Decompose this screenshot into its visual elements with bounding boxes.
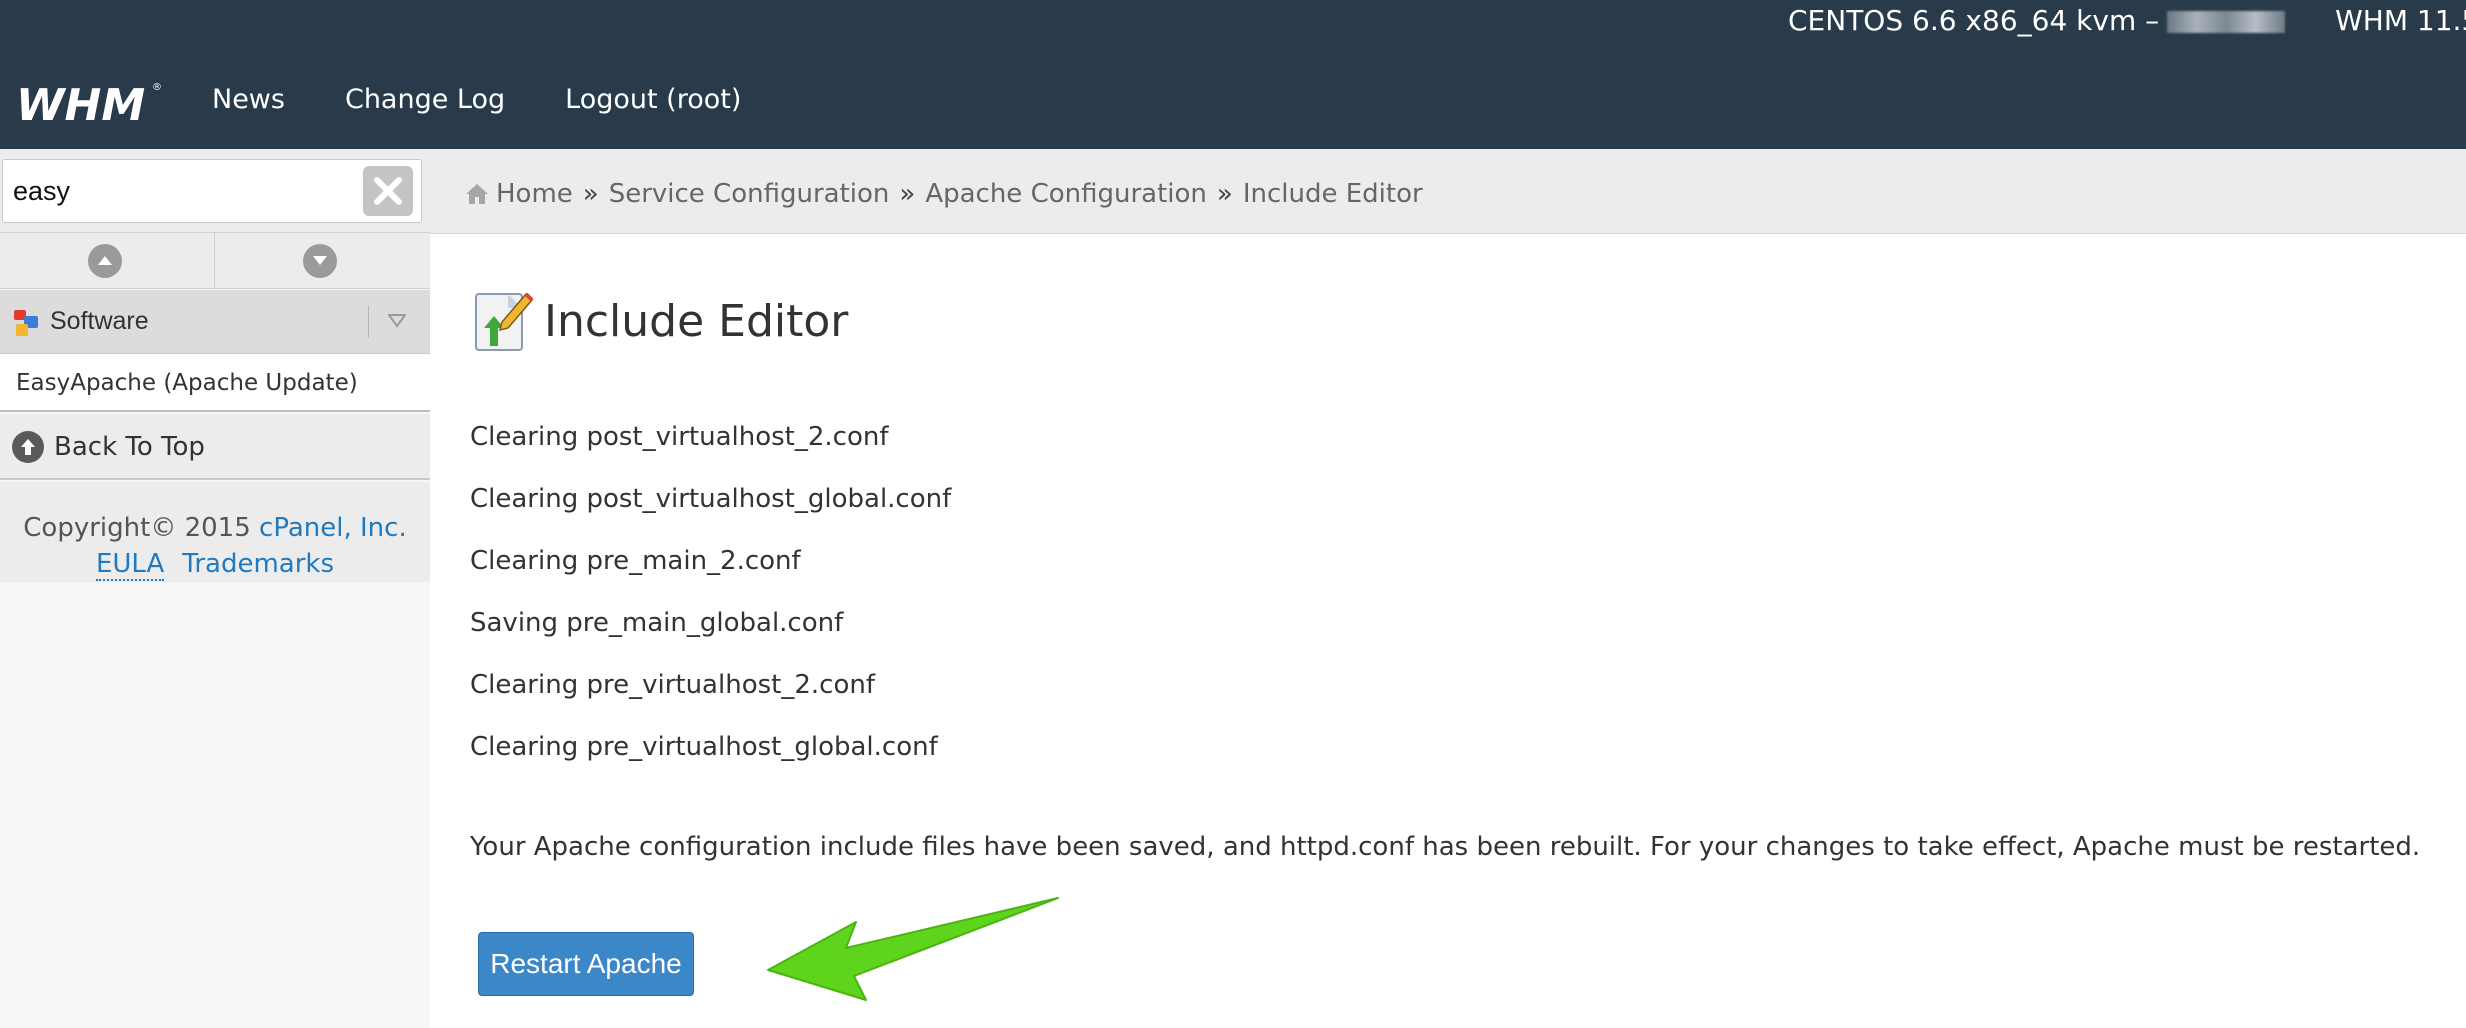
chevron-down-icon bbox=[303, 244, 337, 278]
copyright-line: Copyright© 2015 cPanel, Inc. bbox=[0, 510, 430, 546]
restart-notice: Your Apache configuration include files … bbox=[470, 832, 2421, 862]
search-input[interactable] bbox=[13, 170, 353, 212]
home-icon bbox=[466, 184, 488, 204]
clear-search-button[interactable] bbox=[363, 166, 413, 216]
system-info: CENTOS 6.6 x86_64 kvm – WHM 11.50.0 ( bbox=[1788, 4, 2466, 44]
back-to-top-label: Back To Top bbox=[54, 432, 205, 462]
main-content: Include Editor Clearing post_virtualhost… bbox=[430, 234, 2466, 1028]
system-info-os: CENTOS 6.6 x86_64 kvm – bbox=[1788, 4, 2160, 37]
breadcrumb: Home » Service Configuration » Apache Co… bbox=[464, 179, 1423, 209]
nav-changelog-link[interactable]: Change Log bbox=[345, 84, 505, 115]
scroll-down-button[interactable] bbox=[215, 233, 430, 289]
breadcrumb-current: Include Editor bbox=[1242, 179, 1423, 209]
status-line: Clearing post_virtualhost_2.conf bbox=[470, 422, 889, 452]
sidebar-category-software[interactable]: Software bbox=[0, 290, 430, 354]
status-line: Clearing pre_main_2.conf bbox=[470, 546, 801, 576]
annotation-arrow-icon bbox=[767, 897, 1059, 1001]
breadcrumb-home[interactable]: Home bbox=[496, 179, 573, 209]
back-to-top-button[interactable]: Back To Top bbox=[0, 414, 430, 480]
svg-text:WHM: WHM bbox=[16, 80, 145, 131]
nav-news-link[interactable]: News bbox=[212, 84, 285, 115]
breadcrumb-separator: » bbox=[582, 179, 599, 209]
cpanel-link[interactable]: cPanel, Inc. bbox=[259, 513, 407, 543]
status-line: Clearing post_virtualhost_global.conf bbox=[470, 484, 952, 514]
svg-text:®: ® bbox=[152, 82, 162, 93]
status-line: Clearing pre_virtualhost_2.conf bbox=[470, 670, 875, 700]
breadcrumb-apache-configuration[interactable]: Apache Configuration bbox=[925, 179, 1207, 209]
whm-logo[interactable]: WHM ® bbox=[16, 74, 166, 134]
easyapache-link[interactable]: EasyApache (Apache Update) bbox=[16, 370, 358, 396]
breadcrumb-bar: Home » Service Configuration » Apache Co… bbox=[430, 149, 2466, 234]
sidebar-scroll-controls bbox=[0, 233, 430, 289]
arrow-up-icon bbox=[12, 431, 44, 463]
include-editor-icon bbox=[475, 292, 534, 351]
whm-version: WHM 11.50.0 ( bbox=[2335, 4, 2466, 37]
copyright-text: Copyright© 2015 bbox=[23, 513, 251, 543]
sidebar-item-easyapache: EasyApache (Apache Update) bbox=[0, 354, 430, 412]
nav-logout-link[interactable]: Logout (root) bbox=[565, 84, 741, 115]
category-label: Software bbox=[50, 307, 149, 335]
chevron-up-icon bbox=[88, 244, 122, 278]
top-nav: News Change Log Logout (root) bbox=[212, 84, 741, 115]
breadcrumb-service-configuration[interactable]: Service Configuration bbox=[609, 179, 890, 209]
status-line: Saving pre_main_global.conf bbox=[470, 608, 844, 638]
status-log: Clearing post_virtualhost_2.conf Clearin… bbox=[470, 422, 951, 794]
eula-link[interactable]: EULA bbox=[95, 549, 165, 581]
sidebar-search bbox=[0, 149, 430, 233]
hostname-redacted bbox=[2167, 11, 2286, 33]
category-divider bbox=[368, 306, 369, 338]
top-header: CENTOS 6.6 x86_64 kvm – WHM 11.50.0 ( WHM… bbox=[0, 0, 2466, 149]
collapse-arrow-icon[interactable] bbox=[388, 314, 406, 328]
close-icon bbox=[374, 177, 402, 205]
legal-links: EULA Trademarks bbox=[0, 546, 430, 582]
restart-apache-button[interactable]: Restart Apache bbox=[478, 932, 694, 996]
status-line: Clearing pre_virtualhost_global.conf bbox=[470, 732, 938, 762]
trademarks-link[interactable]: Trademarks bbox=[182, 549, 334, 579]
page-header: Include Editor bbox=[468, 288, 848, 354]
breadcrumb-separator: » bbox=[899, 179, 916, 209]
search-box bbox=[2, 159, 422, 223]
page-title: Include Editor bbox=[544, 295, 849, 347]
scroll-up-button[interactable] bbox=[0, 233, 215, 289]
software-icon bbox=[14, 310, 38, 336]
sidebar-copyright: Copyright© 2015 cPanel, Inc. EULA Tradema… bbox=[0, 482, 430, 582]
breadcrumb-separator: » bbox=[1216, 179, 1233, 209]
